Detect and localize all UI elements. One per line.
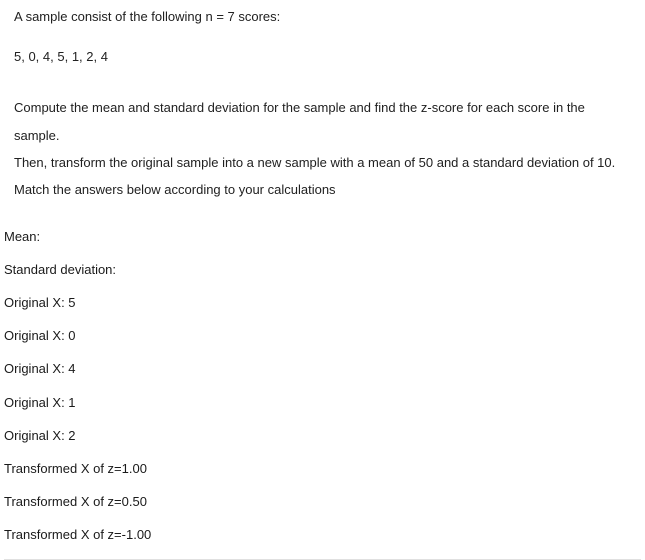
list-item: Mean: <box>4 228 641 246</box>
instruction-line-1: Compute the mean and standard deviation … <box>14 94 631 149</box>
question-intro-block: A sample consist of the following n = 7 … <box>4 8 641 204</box>
list-item: Standard deviation: <box>4 261 641 279</box>
list-item: Original X: 0 <box>4 327 641 345</box>
list-item: Transformed X of z=1.00 <box>4 460 641 478</box>
list-item: Original X: 1 <box>4 394 641 412</box>
list-item: Transformed X of z=0.50 <box>4 493 641 511</box>
instruction-block: Compute the mean and standard deviation … <box>14 94 631 203</box>
list-item: Original X: 5 <box>4 294 641 312</box>
list-item: Original X: 4 <box>4 360 641 378</box>
intro-text: A sample consist of the following n = 7 … <box>14 8 631 26</box>
list-item: Original X: 2 <box>4 427 641 445</box>
scores-text: 5, 0, 4, 5, 1, 2, 4 <box>14 48 631 66</box>
instruction-line-3: Match the answers below according to you… <box>14 176 631 203</box>
instruction-line-2: Then, transform the original sample into… <box>14 149 631 176</box>
list-item: Transformed X of z=-1.00 <box>4 526 641 544</box>
match-list: Mean: Standard deviation: Original X: 5 … <box>4 228 641 545</box>
